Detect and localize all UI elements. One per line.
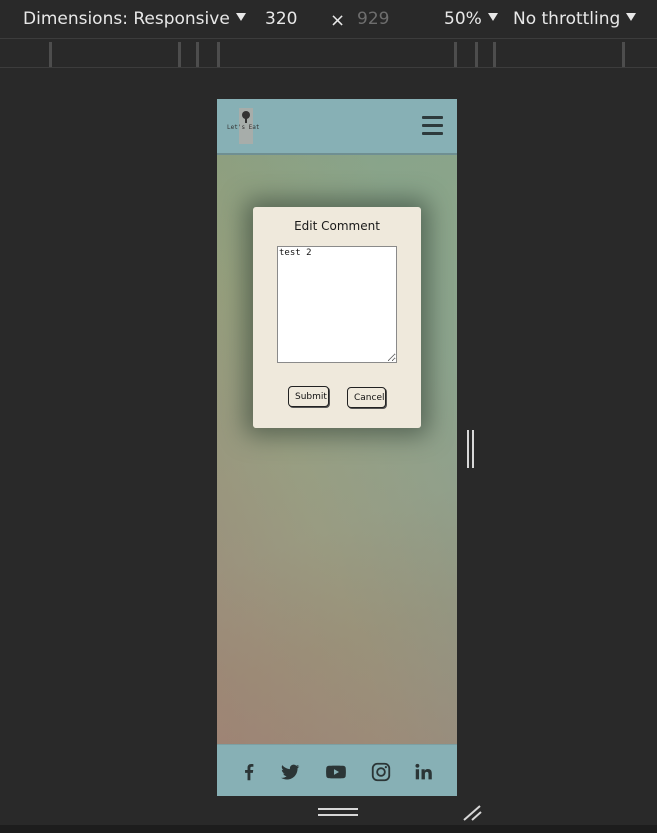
- ruler-tick[interactable]: [475, 42, 478, 67]
- times-icon: ×: [330, 10, 346, 31]
- cancel-button[interactable]: Cancel: [347, 387, 386, 408]
- caret-down-icon: [626, 13, 637, 21]
- ruler-tick[interactable]: [178, 42, 181, 67]
- dimensions-dropdown[interactable]: Dimensions: Responsive: [23, 9, 246, 29]
- instagram-icon[interactable]: [370, 761, 392, 783]
- ruler-tick[interactable]: [217, 42, 220, 67]
- linkedin-icon[interactable]: [413, 761, 435, 783]
- modal-title: Edit Comment: [294, 219, 380, 233]
- ruler-tick[interactable]: [622, 42, 625, 67]
- dimensions-label: Dimensions: Responsive: [23, 9, 230, 29]
- devtools-device-toolbar: Dimensions: Responsive 320 × 929 50% No …: [0, 0, 657, 38]
- throttling-label: No throttling: [513, 9, 621, 29]
- youtube-icon[interactable]: [324, 761, 348, 783]
- width-input[interactable]: 320: [265, 9, 297, 29]
- corner-resize-handle[interactable]: [462, 803, 484, 823]
- height-input[interactable]: 929: [357, 9, 389, 29]
- media-query-ruler: [0, 38, 657, 68]
- ruler-tick[interactable]: [49, 42, 52, 67]
- zoom-dropdown[interactable]: 50%: [444, 9, 498, 29]
- submit-button[interactable]: Submit: [288, 386, 329, 407]
- twitter-icon[interactable]: [279, 761, 301, 783]
- right-resize-handle[interactable]: [467, 430, 477, 468]
- caret-down-icon: [487, 13, 498, 21]
- ruler-tick[interactable]: [454, 42, 457, 67]
- site-footer: [217, 744, 457, 796]
- logo-text: Let's Eat: [227, 124, 260, 131]
- page-background: [217, 99, 457, 796]
- throttling-dropdown[interactable]: No throttling: [513, 9, 637, 29]
- edit-comment-modal: Edit Comment Submit Cancel: [253, 207, 421, 428]
- caret-down-icon: [235, 13, 246, 21]
- bottom-divider: [0, 825, 657, 833]
- facebook-icon[interactable]: [238, 761, 260, 783]
- ruler-tick[interactable]: [493, 42, 496, 67]
- zoom-label: 50%: [444, 9, 482, 29]
- site-logo[interactable]: Let's Eat: [227, 108, 265, 144]
- comment-textarea[interactable]: [277, 246, 397, 363]
- ruler-tick[interactable]: [196, 42, 199, 67]
- site-header: Let's Eat: [217, 99, 457, 155]
- bottom-resize-handle[interactable]: [318, 808, 358, 818]
- hamburger-icon[interactable]: [422, 116, 443, 136]
- device-screen: Let's Eat Edit Comment Submit Cancel: [217, 99, 457, 796]
